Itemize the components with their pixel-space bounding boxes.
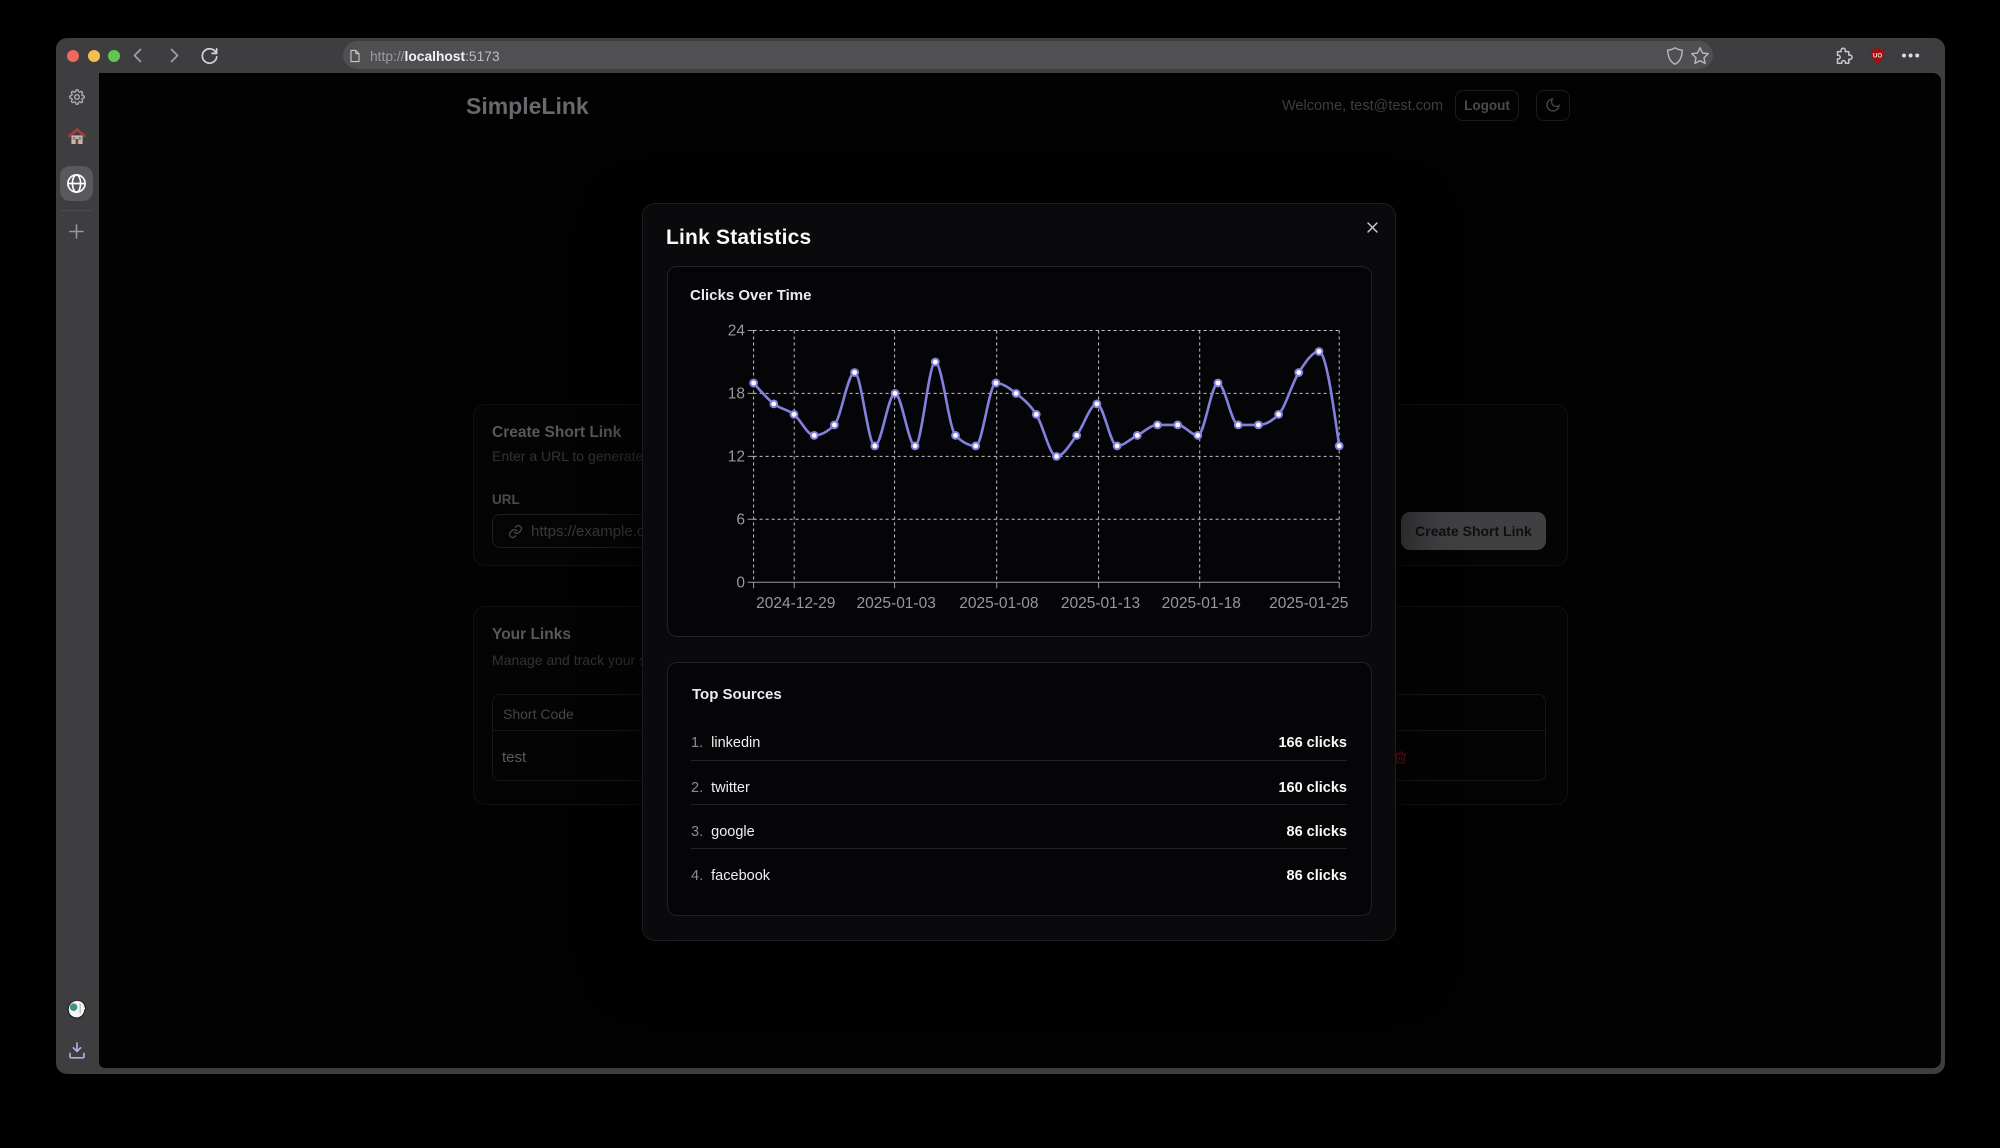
svg-text:2025-01-08: 2025-01-08 [959, 595, 1038, 612]
svg-text:2025-01-13: 2025-01-13 [1061, 595, 1140, 612]
svg-text:12: 12 [728, 449, 745, 466]
svg-text:24: 24 [728, 323, 746, 340]
svg-text:2025-01-25: 2025-01-25 [1269, 595, 1348, 612]
svg-text:2025-01-03: 2025-01-03 [857, 595, 936, 612]
svg-text:2025-01-18: 2025-01-18 [1162, 595, 1241, 612]
svg-text:UO: UO [1873, 52, 1882, 59]
svg-text:0: 0 [736, 575, 745, 592]
svg-text:6: 6 [736, 512, 745, 529]
svg-text:2024-12-29: 2024-12-29 [756, 595, 835, 612]
svg-text:18: 18 [728, 386, 745, 403]
